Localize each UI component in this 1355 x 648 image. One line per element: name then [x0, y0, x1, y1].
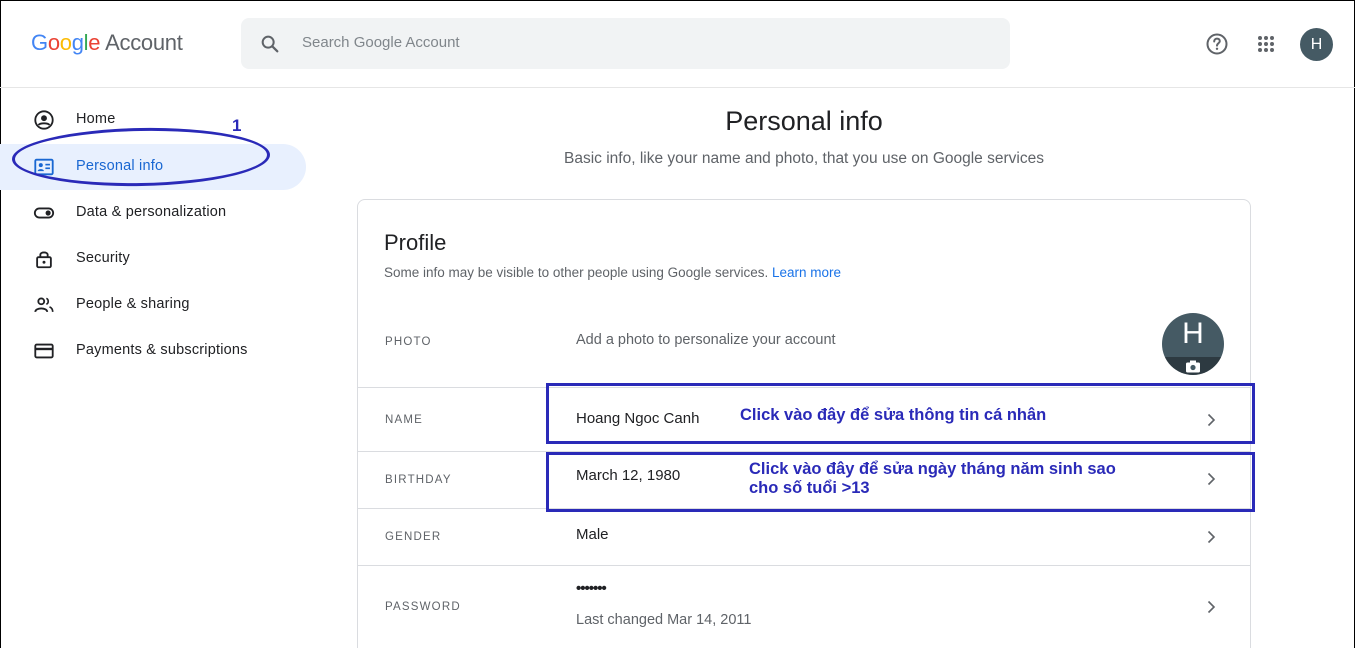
google-wordmark: Google [31, 30, 101, 55]
chevron-right-icon [1207, 530, 1216, 544]
account-avatar[interactable]: H [1300, 28, 1333, 61]
search-icon[interactable] [259, 33, 281, 55]
toggle-icon [33, 207, 55, 219]
apps-grid-icon[interactable] [1254, 32, 1278, 56]
learn-more-link[interactable]: Learn more [772, 265, 841, 280]
top-bar: Google Account Search Google Account H [0, 0, 1355, 88]
page-subtitle: Basic info, like your name and photo, th… [564, 150, 1044, 167]
profile-description-text: Some info may be visible to other people… [384, 265, 769, 280]
lock-icon [36, 251, 52, 269]
birthday-label: BIRTHDAY [385, 474, 452, 486]
sidebar-item-data-personalization[interactable]: Data & personalization [0, 190, 306, 236]
camera-icon[interactable] [1185, 360, 1201, 373]
profile-photo[interactable]: H [1162, 313, 1224, 375]
sidebar-item-payments[interactable]: Payments & subscriptions [0, 328, 306, 374]
password-value: ••••••• [576, 580, 607, 597]
password-label: PASSWORD [385, 601, 461, 613]
gender-label: GENDER [385, 531, 442, 543]
photo-row[interactable]: PHOTO Add a photo to personalize your ac… [358, 295, 1250, 387]
google-account-logo[interactable]: Google Account [31, 30, 183, 56]
sidebar-item-people-sharing[interactable]: People & sharing [0, 282, 306, 328]
sidebar-item-label: Payments & subscriptions [76, 342, 248, 358]
password-last-changed: Last changed Mar 14, 2011 [576, 612, 752, 628]
help-icon[interactable] [1205, 32, 1229, 56]
password-row[interactable]: PASSWORD ••••••• Last changed Mar 14, 20… [358, 565, 1250, 648]
sidebar-item-label: People & sharing [76, 296, 190, 312]
sidebar-item-label: Data & personalization [76, 204, 227, 220]
gender-value: Male [576, 526, 609, 543]
search-bar[interactable]: Search Google Account [241, 18, 1010, 69]
people-icon [34, 297, 54, 313]
gender-row[interactable]: GENDER Male [358, 508, 1250, 565]
profile-title: Profile [384, 230, 447, 255]
birthday-annotation-line1: Click vào đây để sửa ngày tháng năm sinh… [749, 460, 1116, 478]
name-annotation-text: Click vào đây để sửa thông tin cá nhân [740, 406, 1047, 424]
name-label: NAME [385, 414, 424, 426]
profile-photo-letter: H [1182, 317, 1204, 350]
search-input[interactable]: Search Google Account [302, 34, 460, 51]
page-title: Personal info [725, 106, 883, 136]
account-wordmark: Account [105, 30, 183, 55]
profile-description: Some info may be visible to other people… [384, 265, 841, 280]
chevron-right-icon [1207, 600, 1216, 614]
birthday-annotation-line2: cho số tuổi >13 [749, 479, 870, 497]
photo-hint: Add a photo to personalize your account [576, 332, 836, 348]
credit-card-icon [34, 343, 54, 359]
sidebar-item-security[interactable]: Security [0, 236, 306, 282]
sidebar-item-label: Security [76, 250, 130, 266]
photo-label: PHOTO [385, 336, 432, 348]
